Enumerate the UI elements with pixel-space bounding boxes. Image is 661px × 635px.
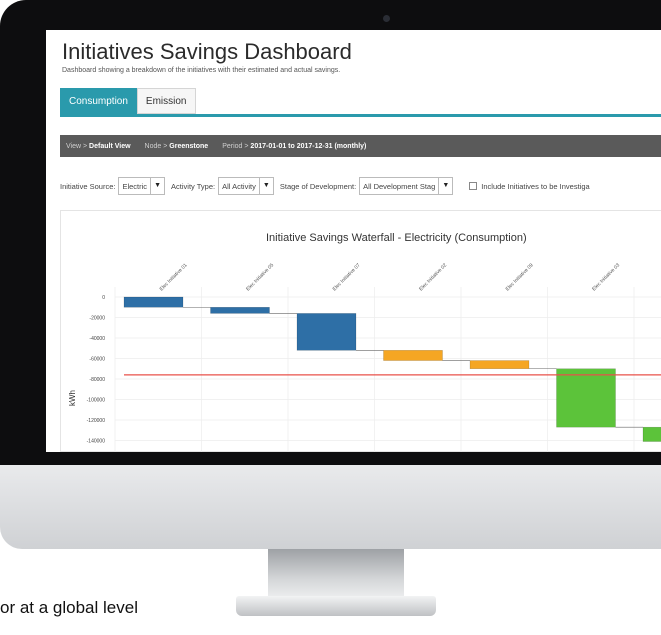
webcam-icon [383,15,390,22]
activity-label: Activity Type: [171,181,216,191]
chevron-down-icon: ▼ [150,178,164,194]
category-labels: Elec Initiative 01 Elec Initiative 05 Elec… [159,262,622,292]
monitor-stand-base [236,596,436,616]
breadcrumb-period-label: Period > [222,142,249,150]
stage-value: All Development Stag [363,181,436,191]
waterfall-chart: Initiative Savings Waterfall - Electrici… [68,232,661,452]
y-tick-label: -140000 [87,439,106,445]
stage-label: Stage of Development: [279,181,357,191]
source-select[interactable]: Electric ▼ [118,177,166,195]
chart-title: Initiative Savings Waterfall - Electrici… [266,232,527,244]
page-title: Initiatives Savings Dashboard [62,39,352,64]
dashboard-screen: Initiatives Savings Dashboard Dashboard … [46,30,661,452]
include-label: Include Initiatives to be Investiga [481,181,590,191]
y-axis-label: kWh [68,390,77,406]
waterfall-bar [123,296,184,308]
tab-bar: Consumption Emission [60,88,196,114]
breadcrumb-view[interactable]: View > Default View [66,143,131,150]
filter-bar: Initiative Source: Electric ▼ Activity T… [60,176,590,196]
y-axis-ticks: 0 -20000 -40000 -60000 -80000 -100000 -120000 -… [87,295,106,445]
source-value: Electric [122,181,148,191]
waterfall-bar [210,307,270,314]
tab-emission[interactable]: Emission [136,88,196,114]
breadcrumb-node-label: Node > [144,142,168,150]
breadcrumb-node[interactable]: Node > Greenstone [145,143,209,150]
caption-fragment: or at a global level [0,598,138,617]
waterfall-bar [469,360,530,370]
category-label: Elec Initiative 01 [159,262,189,292]
monitor-mockup: or at a global level Initiatives Savings… [0,0,661,635]
activity-select[interactable]: All Activity ▼ [218,177,274,195]
activity-value: All Activity [222,181,256,191]
y-tick-label: -20000 [89,316,105,322]
tab-consumption[interactable]: Consumption [60,88,137,114]
y-tick-label: -120000 [87,418,106,424]
waterfall-bar [556,368,616,428]
page-subtitle: Dashboard showing a breakdown of the ini… [62,67,341,74]
y-tick-label: -80000 [89,377,105,383]
category-label: Elec Initiative 02 [418,262,448,292]
monitor-chin [0,465,661,549]
breadcrumb-period[interactable]: Period > 2017-01-01 to 2017-12-31 (month… [222,143,366,150]
source-label: Initiative Source: [60,181,116,191]
waterfall-bar [642,426,661,442]
breadcrumb-view-value: Default View [89,142,131,150]
chevron-down-icon: ▼ [258,178,273,194]
y-tick-label: 0 [102,295,105,301]
view-breadcrumb-bar: View > Default View Node > Greenstone Pe… [60,135,661,157]
stage-select[interactable]: All Development Stag ▼ [359,177,454,195]
category-label: Elec Initiative 09 [505,262,535,292]
chevron-down-icon: ▼ [438,178,452,194]
breadcrumb-period-value: 2017-01-01 to 2017-12-31 (monthly) [250,142,367,150]
y-tick-label: -60000 [89,357,105,363]
waterfall-bar [296,313,357,351]
y-tick-label: -40000 [89,336,105,342]
tab-underline [60,114,661,117]
category-label: Elec Initiative 03 [591,262,621,292]
include-checkbox[interactable] [469,182,478,190]
waterfall-bar [383,350,443,361]
category-label: Elec Initiative 07 [332,262,362,292]
y-tick-label: -100000 [87,398,106,404]
breadcrumb-view-label: View > [66,142,88,150]
monitor-stand-neck [268,549,404,599]
waterfall-chart-panel: Initiative Savings Waterfall - Electrici… [60,210,661,452]
category-label: Elec Initiative 05 [245,262,275,292]
breadcrumb-node-value: Greenstone [169,142,209,150]
